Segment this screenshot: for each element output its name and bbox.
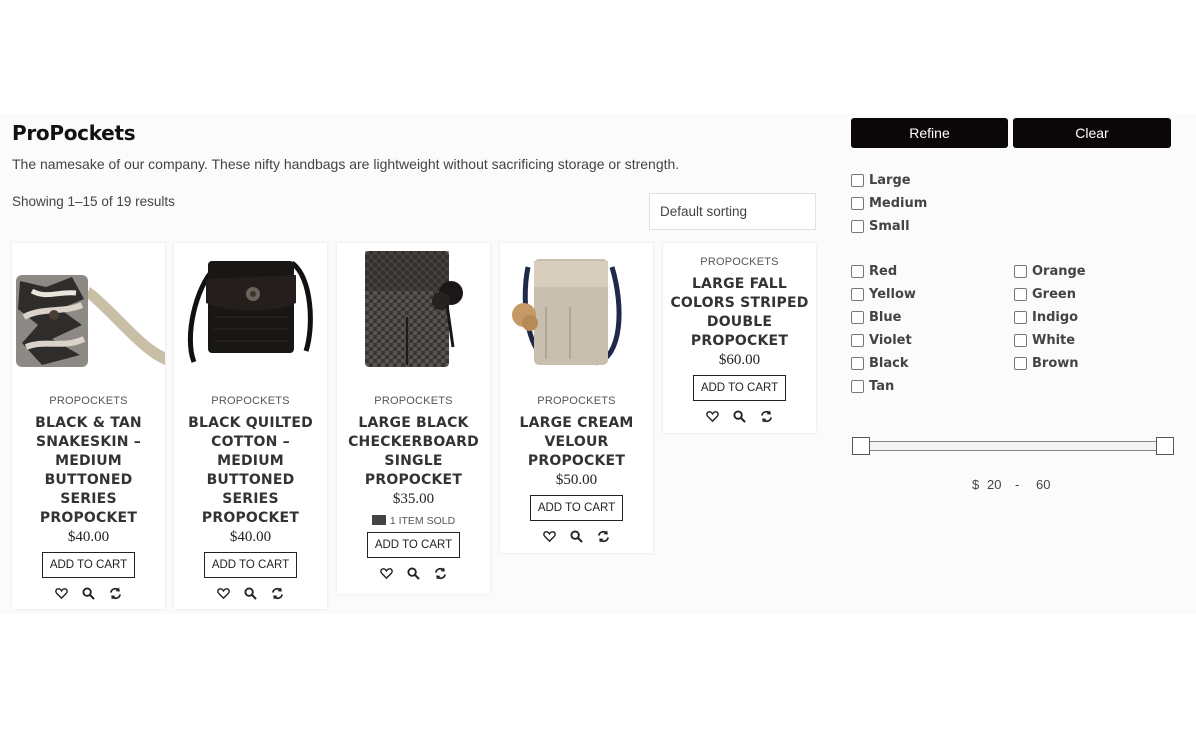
product-price: $40.00 xyxy=(67,529,110,545)
color-filter-yellow[interactable]: Yellow xyxy=(851,287,916,302)
checkbox[interactable] xyxy=(1014,311,1027,324)
refine-button[interactable]: Refine xyxy=(851,118,1008,148)
sort-select[interactable]: Default sorting xyxy=(649,193,816,230)
product-title[interactable]: BLACK QUILTED COTTON – MEDIUM BUTTONED S… xyxy=(174,414,327,528)
product-title[interactable]: BLACK & TAN SNAKESKIN – MEDIUM BUTTONED … xyxy=(12,414,165,528)
heart-icon[interactable] xyxy=(217,587,230,600)
sold-count-label: 1 ITEM SOLD xyxy=(389,515,456,527)
color-filter-tan[interactable]: Tan xyxy=(851,379,894,394)
product-image[interactable] xyxy=(174,247,327,377)
clear-button[interactable]: Clear xyxy=(1013,118,1171,148)
search-icon[interactable] xyxy=(570,530,583,543)
product-price: $35.00 xyxy=(392,491,435,507)
result-count: Showing 1–15 of 19 results xyxy=(12,194,175,209)
product-card: PROPOCKETS BLACK & TAN SNAKESKIN – MEDIU… xyxy=(12,243,165,609)
product-category[interactable]: PROPOCKETS xyxy=(500,395,653,407)
product-price: $60.00 xyxy=(718,352,761,368)
size-filter-medium[interactable]: Medium xyxy=(851,196,927,211)
product-card: PROPOCKETS BLACK QUILTED COTTON – MEDIUM… xyxy=(174,243,327,609)
color-filter-brown[interactable]: Brown xyxy=(1014,356,1079,371)
checkbox[interactable] xyxy=(851,197,864,210)
page-title: ProPockets xyxy=(12,121,136,145)
search-icon[interactable] xyxy=(733,410,746,423)
color-filter-blue[interactable]: Blue xyxy=(851,310,901,325)
price-max-value: 60 xyxy=(1036,477,1051,492)
checkbox[interactable] xyxy=(851,288,864,301)
product-price: $50.00 xyxy=(555,472,598,488)
heart-icon[interactable] xyxy=(543,530,556,543)
category-description: The namesake of our company. These nifty… xyxy=(12,156,680,172)
product-category[interactable]: PROPOCKETS xyxy=(174,395,327,407)
refresh-icon[interactable] xyxy=(109,587,122,600)
refresh-icon[interactable] xyxy=(434,567,447,580)
product-category[interactable]: PROPOCKETS xyxy=(663,256,816,268)
add-to-cart-button[interactable]: ADD TO CART xyxy=(530,495,623,521)
product-title[interactable]: LARGE FALL COLORS STRIPED DOUBLE PROPOCK… xyxy=(663,275,816,351)
checkbox[interactable] xyxy=(851,174,864,187)
size-filter-small[interactable]: Small xyxy=(851,219,910,234)
price-min-value: 20 xyxy=(987,477,1002,492)
add-to-cart-button[interactable]: ADD TO CART xyxy=(367,532,460,558)
product-category[interactable]: PROPOCKETS xyxy=(12,395,165,407)
add-to-cart-button[interactable]: ADD TO CART xyxy=(42,552,135,578)
checkbox[interactable] xyxy=(1014,265,1027,278)
color-filter-indigo[interactable]: Indigo xyxy=(1014,310,1078,325)
checkbox[interactable] xyxy=(851,220,864,233)
price-currency: $ xyxy=(972,477,980,492)
checkbox[interactable] xyxy=(851,265,864,278)
product-title[interactable]: LARGE CREAM VELOUR PROPOCKET xyxy=(500,414,653,471)
checkbox[interactable] xyxy=(1014,334,1027,347)
color-filter-white[interactable]: White xyxy=(1014,333,1075,348)
color-filter-violet[interactable]: Violet xyxy=(851,333,912,348)
price-slider-max-handle[interactable] xyxy=(1156,437,1174,455)
price-slider[interactable] xyxy=(860,441,1167,451)
checkbox[interactable] xyxy=(851,380,864,393)
product-image[interactable] xyxy=(337,247,490,377)
checkbox[interactable] xyxy=(851,357,864,370)
color-filter-black[interactable]: Black xyxy=(851,356,909,371)
price-separator: - xyxy=(1015,477,1020,492)
heart-icon[interactable] xyxy=(380,567,393,580)
product-title[interactable]: LARGE BLACK CHECKERBOARD SINGLE PROPOCKE… xyxy=(337,414,490,490)
checkbox[interactable] xyxy=(1014,288,1027,301)
checkbox[interactable] xyxy=(851,311,864,324)
product-card: PROPOCKETS LARGE FALL COLORS STRIPED DOU… xyxy=(663,243,816,433)
checkbox[interactable] xyxy=(1014,357,1027,370)
envelope-icon xyxy=(371,515,386,525)
heart-icon[interactable] xyxy=(55,587,68,600)
search-icon[interactable] xyxy=(244,587,257,600)
color-filter-orange[interactable]: Orange xyxy=(1014,264,1086,279)
add-to-cart-button[interactable]: ADD TO CART xyxy=(204,552,297,578)
color-filter-red[interactable]: Red xyxy=(851,264,897,279)
price-slider-min-handle[interactable] xyxy=(852,437,870,455)
checkbox[interactable] xyxy=(851,334,864,347)
product-image[interactable] xyxy=(12,247,165,377)
search-icon[interactable] xyxy=(407,567,420,580)
product-image[interactable] xyxy=(500,247,653,377)
refresh-icon[interactable] xyxy=(760,410,773,423)
size-filter-large[interactable]: Large xyxy=(851,173,911,188)
product-card: PROPOCKETS LARGE CREAM VELOUR PROPOCKET … xyxy=(500,243,653,553)
product-category[interactable]: PROPOCKETS xyxy=(337,395,490,407)
add-to-cart-button[interactable]: ADD TO CART xyxy=(693,375,786,401)
color-filter-green[interactable]: Green xyxy=(1014,287,1076,302)
product-price: $40.00 xyxy=(229,529,272,545)
product-card: PROPOCKETS LARGE BLACK CHECKERBOARD SING… xyxy=(337,243,490,594)
refresh-icon[interactable] xyxy=(597,530,610,543)
search-icon[interactable] xyxy=(82,587,95,600)
refresh-icon[interactable] xyxy=(271,587,284,600)
sold-count: 1 ITEM SOLD xyxy=(337,515,490,527)
heart-icon[interactable] xyxy=(706,410,719,423)
